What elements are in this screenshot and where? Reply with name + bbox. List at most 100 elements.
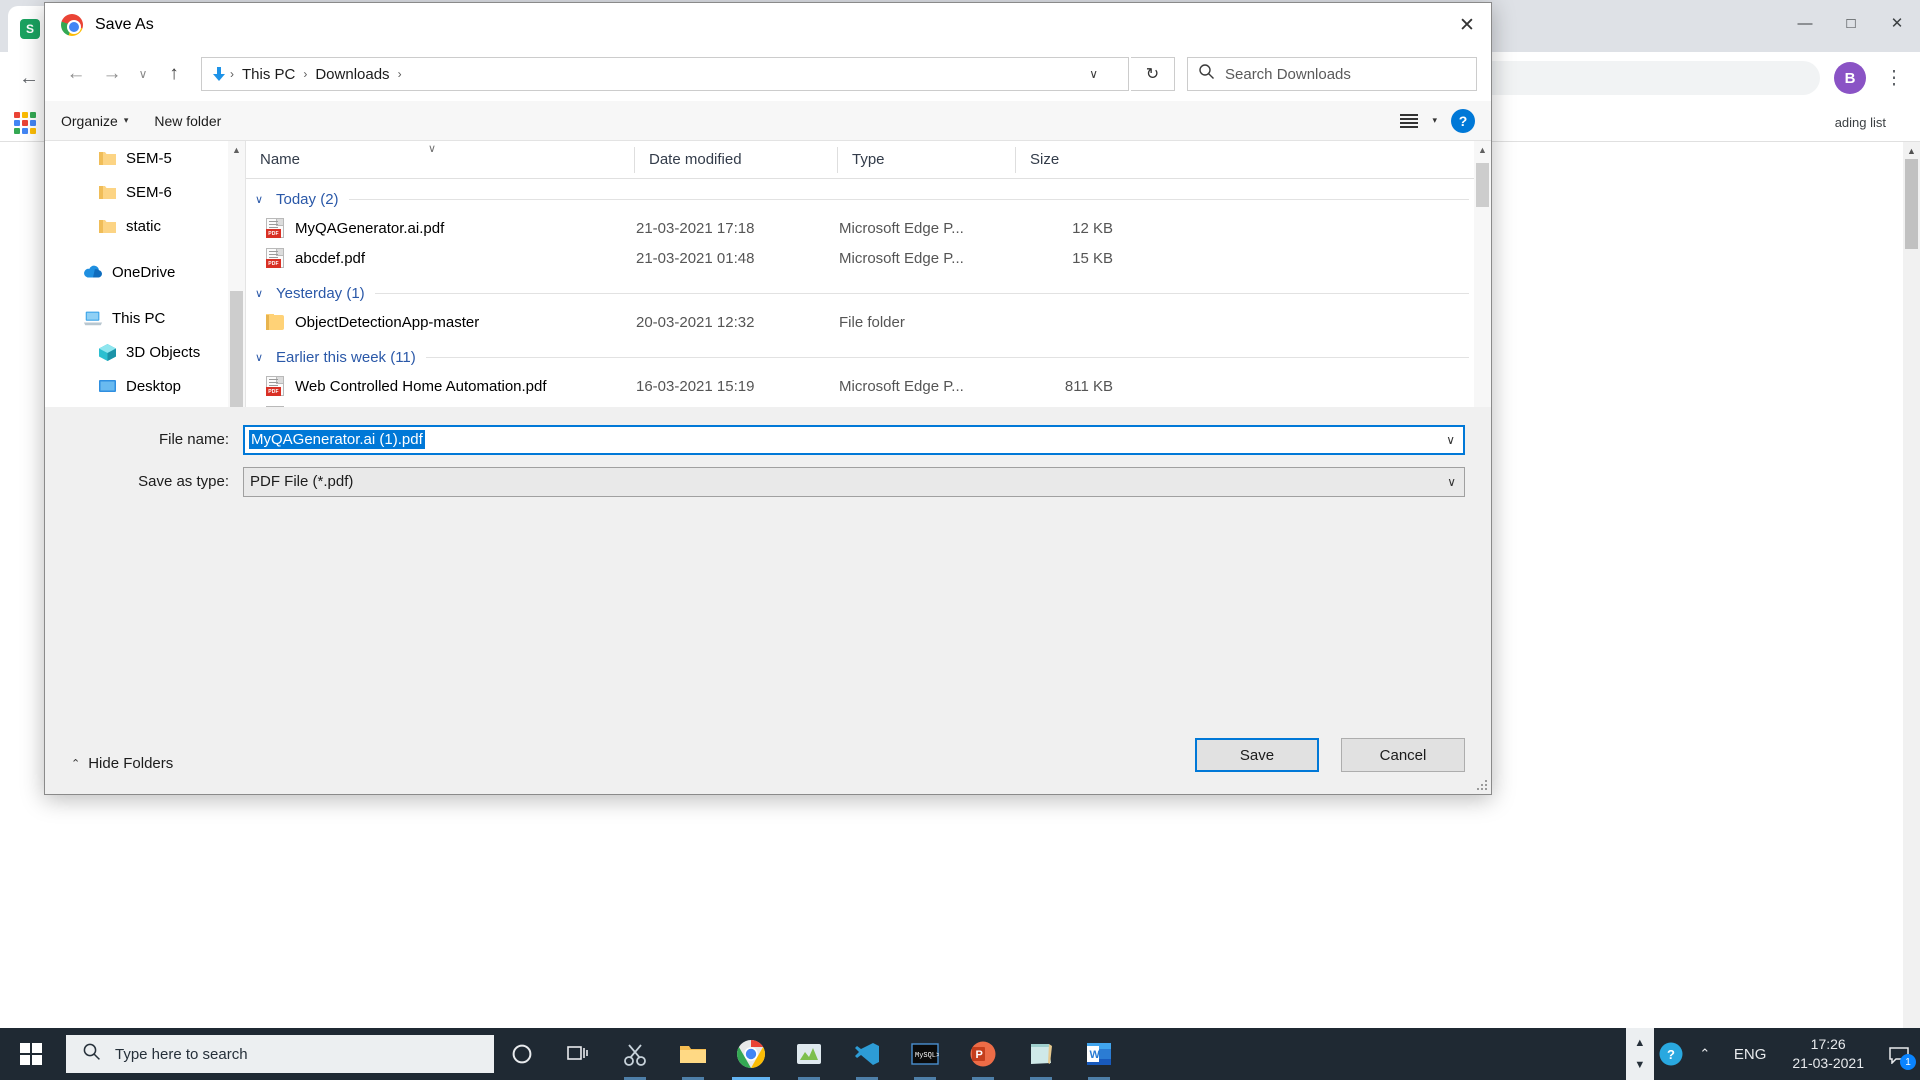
taskbar-scroll-arrows[interactable]: ▲ ▼ xyxy=(1625,1028,1654,1080)
navigation-tree-items: SEM-5 SEM-6 static OneDrive This PC 3D Object… xyxy=(45,141,245,407)
chevron-down-icon[interactable]: ∨ xyxy=(252,351,266,364)
breadcrumb[interactable]: › This PC › Downloads › ∨ xyxy=(201,57,1129,91)
chevron-down-icon[interactable]: ∨ xyxy=(1446,433,1455,447)
close-icon[interactable]: ✕ xyxy=(1443,3,1491,47)
apps-grid-icon[interactable] xyxy=(14,111,36,134)
maximize-icon[interactable]: □ xyxy=(1828,3,1874,43)
sidebar-item-sem-5[interactable]: SEM-5 xyxy=(45,141,245,175)
powerpoint-icon[interactable]: P xyxy=(954,1028,1012,1080)
cancel-button[interactable]: Cancel xyxy=(1341,738,1465,772)
sidebar-item-label: This PC xyxy=(112,309,166,327)
browser-back-icon[interactable]: ← xyxy=(10,59,48,97)
column-header-size[interactable]: Size xyxy=(1015,146,1125,173)
browser-window-controls: — □ ✕ xyxy=(1780,0,1920,46)
table-row[interactable]: ObjectDetectionApp-master 20-03-2021 12:3… xyxy=(246,307,1491,337)
scrollbar-thumb[interactable] xyxy=(230,291,243,407)
hide-folders-button[interactable]: ⌃ Hide Folders xyxy=(71,755,173,772)
file-type-cell: Microsoft Edge P... xyxy=(839,249,964,267)
forward-icon[interactable]: → xyxy=(95,57,129,91)
scrollbar-thumb[interactable] xyxy=(1476,163,1489,207)
sidebar-item-sem-6[interactable]: SEM-6 xyxy=(45,175,245,209)
breadcrumb-item-this-pc[interactable]: This PC xyxy=(234,66,303,83)
scroll-up-icon[interactable]: ▲ xyxy=(228,141,245,158)
column-header-type[interactable]: Type xyxy=(837,146,1015,173)
minimize-icon[interactable]: — xyxy=(1782,3,1828,43)
help-button[interactable]: ? xyxy=(1451,108,1475,133)
tray-expander-icon[interactable]: ⌃ xyxy=(1688,1028,1722,1080)
file-group-header[interactable]: ∨ Today (2) xyxy=(246,185,1491,213)
sidebar-item-this-pc[interactable]: This PC xyxy=(45,301,245,335)
scroll-up-icon[interactable]: ▲ xyxy=(1903,142,1920,159)
mysql-icon[interactable]: MySQL> xyxy=(896,1028,954,1080)
chrome-icon[interactable] xyxy=(722,1028,780,1080)
page-title: Save As xyxy=(95,16,154,33)
command-bar-right: ▾ ? xyxy=(1400,108,1475,133)
table-row[interactable]: PDFUnit 1 OT SM BM.pdf15-03-2021 01:37Mi… xyxy=(246,401,1491,407)
snipping-tool-icon[interactable] xyxy=(606,1028,664,1080)
clock[interactable]: 17:26 21-03-2021 xyxy=(1778,1035,1878,1073)
sticky-notes-icon[interactable] xyxy=(1012,1028,1070,1080)
help-circle-icon[interactable]: ? xyxy=(1654,1028,1688,1080)
cortana-icon[interactable] xyxy=(494,1028,550,1080)
task-view-icon[interactable] xyxy=(550,1028,606,1080)
sidebar-item-desktop[interactable]: Desktop xyxy=(45,369,245,403)
word-icon[interactable]: W xyxy=(1070,1028,1128,1080)
up-icon[interactable]: ↑ xyxy=(157,57,191,91)
sidebar-item-static[interactable]: static xyxy=(45,209,245,243)
table-row[interactable]: PDF abcdef.pdf 21-03-2021 01:48 Microsoft E… xyxy=(246,243,1491,273)
hide-folders-label: Hide Folders xyxy=(88,755,174,772)
table-row[interactable]: PDF MyQAGenerator.ai.pdf 21-03-2021 17:18 M… xyxy=(246,213,1491,243)
sidebar-item-onedrive[interactable]: OneDrive xyxy=(45,255,245,289)
file-explorer-icon[interactable] xyxy=(664,1028,722,1080)
organize-button[interactable]: Organize ▾ xyxy=(61,113,128,129)
vs-code-icon[interactable] xyxy=(838,1028,896,1080)
kebab-menu-icon[interactable]: ⋮ xyxy=(1878,67,1910,90)
breadcrumb-separator: › xyxy=(397,67,402,81)
navigation-tree-scrollbar[interactable]: ▲ xyxy=(228,141,245,407)
column-header-date-modified[interactable]: Date modified xyxy=(634,146,837,173)
new-folder-button[interactable]: New folder xyxy=(154,113,221,129)
file-date-cell: 20-03-2021 12:32 xyxy=(636,313,755,331)
sidebar-item-documents[interactable]: Documents xyxy=(45,403,245,407)
search-input[interactable]: Search Downloads xyxy=(1187,57,1477,91)
chevron-down-icon[interactable]: ∨ xyxy=(1089,67,1098,81)
chevron-up-icon: ⌃ xyxy=(71,758,81,770)
notification-icon[interactable]: 1 xyxy=(1878,1028,1920,1080)
avatar[interactable]: B xyxy=(1834,62,1866,94)
resize-grip[interactable] xyxy=(1475,778,1487,790)
recent-locations-icon[interactable]: ∨ xyxy=(131,57,155,91)
windows-logo-icon[interactable] xyxy=(0,1028,62,1080)
reading-list-label[interactable]: ading list xyxy=(1835,115,1886,130)
chevron-down-icon[interactable]: ∨ xyxy=(252,193,266,206)
close-icon[interactable]: ✕ xyxy=(1874,3,1920,43)
page-scrollbar[interactable]: ▲ xyxy=(1903,142,1920,1040)
file-name-cell: ObjectDetectionApp-master xyxy=(246,313,634,331)
file-list-scrollbar[interactable]: ▲ xyxy=(1474,141,1491,407)
view-list-icon[interactable] xyxy=(1400,113,1419,128)
svg-text:P: P xyxy=(976,1049,983,1061)
search-icon xyxy=(82,1042,101,1066)
sidebar-item-label: Desktop xyxy=(126,377,182,395)
scroll-up-icon[interactable]: ▲ xyxy=(1634,1037,1645,1049)
back-icon[interactable]: ← xyxy=(59,57,93,91)
language-indicator[interactable]: ENG xyxy=(1722,1046,1779,1063)
scrollbar-thumb[interactable] xyxy=(1905,159,1918,249)
search-input[interactable]: Type here to search xyxy=(66,1035,494,1073)
table-row[interactable]: PDF Web Controlled Home Automation.pdf 16-… xyxy=(246,371,1491,401)
sidebar-item-3d-objects[interactable]: 3D Objects xyxy=(45,335,245,369)
file-name-field[interactable]: MyQAGenerator.ai (1).pdf ∨ xyxy=(243,424,1465,455)
chevron-down-icon[interactable]: ∨ xyxy=(1447,475,1456,489)
scroll-up-icon[interactable]: ▲ xyxy=(1474,141,1491,158)
save-as-type-select[interactable]: PDF File (*.pdf) ∨ xyxy=(243,466,1465,497)
file-name-text: ObjectDetectionApp-master xyxy=(295,313,480,331)
file-group-header[interactable]: ∨ Yesterday (1) xyxy=(246,279,1491,307)
breadcrumb-item-downloads[interactable]: Downloads xyxy=(307,66,397,83)
column-header-name[interactable]: Name xyxy=(246,147,634,173)
scroll-down-icon[interactable]: ▼ xyxy=(1634,1059,1645,1071)
file-group-header[interactable]: ∨ Earlier this week (11) xyxy=(246,343,1491,371)
save-button[interactable]: Save xyxy=(1195,738,1319,772)
spyder-icon[interactable] xyxy=(780,1028,838,1080)
chevron-down-icon[interactable]: ∨ xyxy=(252,287,266,300)
chevron-down-icon[interactable]: ▾ xyxy=(1432,115,1437,126)
refresh-icon[interactable]: ↻ xyxy=(1131,57,1175,91)
